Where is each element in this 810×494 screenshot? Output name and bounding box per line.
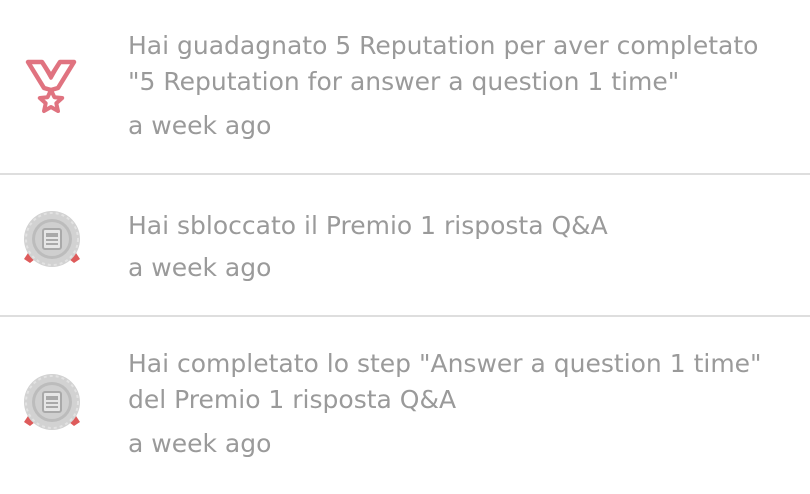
award-badge-icon [20, 372, 84, 436]
notification-content: Hai guadagnato 5 Reputation per aver com… [128, 28, 792, 144]
notification-time: a week ago [128, 429, 272, 458]
notification-time: a week ago [128, 111, 272, 140]
notification-content: Hai completato lo step "Answer a questio… [128, 346, 792, 462]
notification-list: Hai guadagnato 5 Reputation per aver com… [0, 0, 810, 494]
notification-item[interactable]: Hai sbloccato il Premio 1 risposta Q&A a… [0, 175, 810, 317]
notification-message: Hai completato lo step "Answer a questio… [128, 349, 762, 414]
notification-item[interactable]: Hai completato lo step "Answer a questio… [0, 317, 810, 494]
award-badge-icon [20, 209, 84, 273]
notification-item[interactable]: Hai guadagnato 5 Reputation per aver com… [0, 0, 810, 175]
reputation-medal-icon [22, 56, 80, 118]
notification-content: Hai sbloccato il Premio 1 risposta Q&A a… [128, 208, 792, 286]
notification-message: Hai sbloccato il Premio 1 risposta Q&A [128, 211, 608, 240]
notification-time: a week ago [128, 253, 272, 282]
notification-message: Hai guadagnato 5 Reputation per aver com… [128, 31, 759, 96]
